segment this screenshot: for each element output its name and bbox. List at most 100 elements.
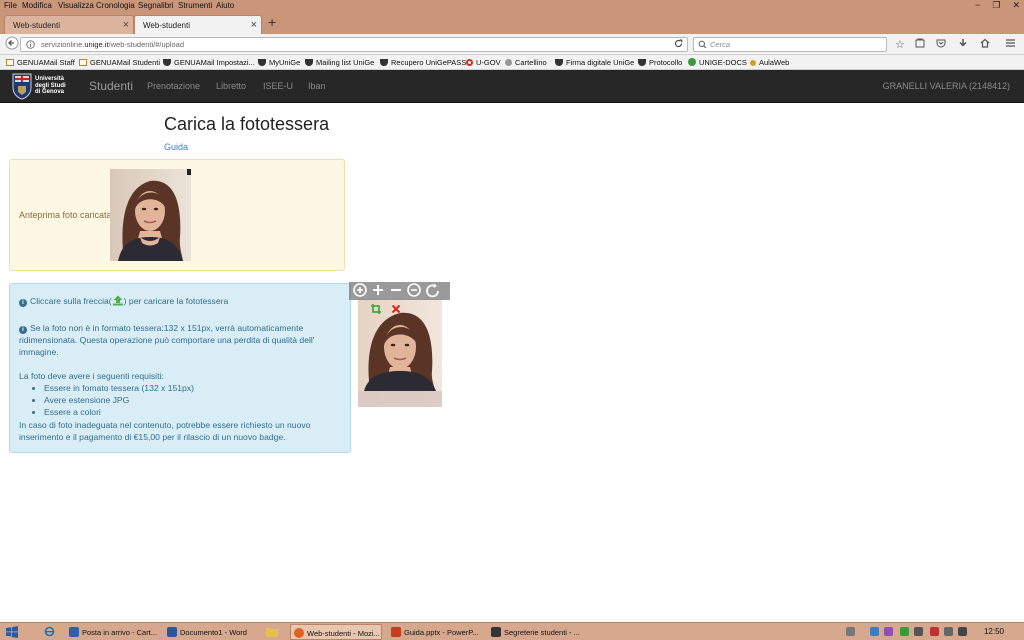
bookmark-label: GENUAMail Studenti — [90, 58, 161, 67]
bookmark-label: Firma digitale UniGe — [566, 58, 635, 67]
network-tray-icon[interactable] — [870, 627, 879, 636]
unige-shield-icon — [638, 59, 646, 66]
zoom-in-icon[interactable] — [353, 283, 367, 297]
new-tab-button[interactable]: + — [268, 14, 276, 30]
plus-icon[interactable] — [371, 283, 385, 297]
nav-iban[interactable]: Iban — [308, 81, 326, 91]
search-icon — [698, 40, 707, 51]
user-name[interactable]: GRANELLI VALERIA (2148412) — [883, 81, 1010, 91]
search-field[interactable]: Cerca — [693, 37, 887, 52]
bookmark-star-icon[interactable]: ☆ — [895, 38, 905, 51]
tab-web-studenti-1[interactable]: Web-studenti × — [4, 15, 134, 34]
page-title: Carica la fototessera — [164, 114, 330, 134]
u-gov-icon — [466, 59, 473, 66]
rotate-icon[interactable] — [425, 283, 439, 298]
close-tab-icon[interactable]: × — [123, 19, 129, 31]
bookmark-label: UNIGE-DOCS — [699, 58, 747, 67]
url-prefix: servizionline. — [41, 40, 85, 49]
app-tray-icon[interactable] — [884, 627, 893, 636]
brand-studenti[interactable]: Studenti — [89, 79, 133, 93]
bookmark-aulaweb[interactable]: AulaWeb — [750, 58, 789, 67]
bookmarks-library-icon[interactable] — [915, 38, 925, 51]
menu-visualizza[interactable]: Visualizza — [58, 1, 94, 10]
hamburger-menu-icon[interactable] — [1005, 38, 1016, 51]
back-button[interactable] — [5, 36, 19, 53]
menu-modifica[interactable]: Modifica — [22, 1, 52, 10]
menu-aiuto[interactable]: Aiuto — [216, 1, 234, 10]
internet-explorer-icon[interactable] — [44, 626, 55, 639]
logo-line: Università — [35, 76, 65, 82]
pocket-icon[interactable] — [936, 38, 946, 51]
search-placeholder: Cerca — [710, 40, 731, 49]
reload-icon[interactable] — [674, 39, 683, 50]
bookmark-mailing-list[interactable]: Mailing list UniGe — [305, 58, 374, 67]
windows-start-icon[interactable] — [6, 626, 18, 640]
bookmark-genuamail-studenti[interactable]: GENUAMail Studenti — [79, 58, 160, 67]
close-window-button[interactable]: ✕ — [1012, 0, 1020, 13]
home-icon[interactable] — [980, 38, 990, 51]
tab-web-studenti-2[interactable]: Web-studenti × — [134, 15, 262, 34]
preview-label: Anteprima foto caricata — [19, 210, 112, 220]
bookmark-recupero-unigepass[interactable]: Recupero UniGePASS — [380, 58, 466, 67]
tab-label: Web-studenti — [13, 21, 60, 30]
close-tab-icon[interactable]: × — [251, 19, 257, 31]
back-arrow-icon — [5, 36, 19, 50]
bookmark-label: AulaWeb — [759, 58, 790, 67]
notification-tray-icon[interactable] — [930, 627, 939, 636]
security-tray-icon[interactable] — [900, 627, 909, 636]
task-posta[interactable]: Posta in arrivo - Cart... — [66, 624, 160, 640]
keyboard-tray-icon[interactable] — [846, 627, 855, 636]
unige-shield-icon — [305, 59, 313, 66]
bookmark-myunige[interactable]: MyUniGe — [258, 58, 300, 67]
footer-note: inserimento e il pagamento di €15,00 per… — [19, 432, 286, 442]
bookmark-genuamail-impostazioni[interactable]: GENUAMail Impostazi... — [163, 58, 255, 67]
nav-prenotazione[interactable]: Prenotazione — [147, 81, 200, 91]
bookmark-label: U-GOV — [476, 58, 501, 67]
guide-link[interactable]: Guida — [164, 142, 188, 152]
task-powerpoint[interactable]: Guida.pptx - PowerP... — [388, 624, 482, 640]
clock[interactable]: 12:50 — [984, 627, 1004, 636]
bookmarks-toolbar: GENUAMail Staff GENUAMail Studenti GENUA… — [0, 55, 1024, 70]
menu-file[interactable]: File — [4, 1, 17, 10]
bookmark-u-gov[interactable]: U-GOV — [466, 58, 501, 67]
university-logo[interactable]: Università degli Studi di Genova — [10, 73, 70, 101]
menu-segnalibri[interactable]: Segnalibri — [138, 1, 174, 10]
minus-icon[interactable] — [389, 283, 403, 297]
tab-bar: Web-studenti × Web-studenti × + — [0, 13, 1024, 34]
zoom-out-icon[interactable] — [407, 283, 421, 297]
wifi-tray-icon[interactable] — [944, 627, 953, 636]
task-segreterie[interactable]: Segreterie studenti - ... — [488, 624, 580, 640]
flag-tray-icon[interactable] — [914, 627, 923, 636]
menu-strumenti[interactable]: Strumenti — [178, 1, 212, 10]
downloads-icon[interactable] — [958, 38, 968, 51]
maximize-button[interactable]: ❐ — [992, 0, 1000, 13]
delete-icon[interactable] — [391, 303, 401, 317]
volume-tray-icon[interactable] — [958, 627, 967, 636]
crop-icon[interactable] — [371, 303, 381, 317]
requirement-item: Essere a colori — [44, 406, 194, 418]
requirement-item: Essere in fomato tessera (132 x 151px) — [44, 382, 194, 394]
bookmark-genuamail-staff[interactable]: GENUAMail Staff — [6, 58, 75, 67]
task-firefox[interactable]: Web-studenti - Mozi... — [290, 624, 382, 640]
bookmark-protocollo[interactable]: Protocollo — [638, 58, 682, 67]
bookmark-label: Protocollo — [649, 58, 683, 67]
info-icon: i — [19, 299, 27, 307]
url-bar[interactable]: servizionline.unige.it/web-studenti/#/up… — [20, 37, 688, 52]
navigation-bar: servizionline.unige.it/web-studenti/#/up… — [0, 34, 1024, 55]
bookmark-unige-docs[interactable]: UNIGE-DOCS — [688, 58, 747, 67]
bookmark-cartellino[interactable]: Cartellino — [505, 58, 547, 67]
upload-arrow-icon — [112, 295, 123, 306]
site-info-icon[interactable] — [26, 40, 35, 51]
minimize-button[interactable]: − — [975, 0, 980, 13]
file-explorer-icon[interactable] — [266, 627, 278, 639]
menu-bar: File Modifica Visualizza Cronologia Segn… — [0, 0, 1024, 13]
nav-isee-u[interactable]: ISEE-U — [263, 81, 293, 91]
logo-line: di Genova — [35, 89, 65, 95]
task-word[interactable]: Documento1 - Word — [164, 624, 256, 640]
instruction-resize: i Se la foto non è in formato tessera:132… — [19, 322, 303, 334]
nav-libretto[interactable]: Libretto — [216, 81, 246, 91]
instruction-text: Se la foto non è in formato tessera:132 … — [30, 323, 304, 333]
university-crest-icon — [12, 73, 32, 100]
menu-cronologia[interactable]: Cronologia — [96, 1, 135, 10]
bookmark-firma-digitale[interactable]: Firma digitale UniGe — [555, 58, 634, 67]
